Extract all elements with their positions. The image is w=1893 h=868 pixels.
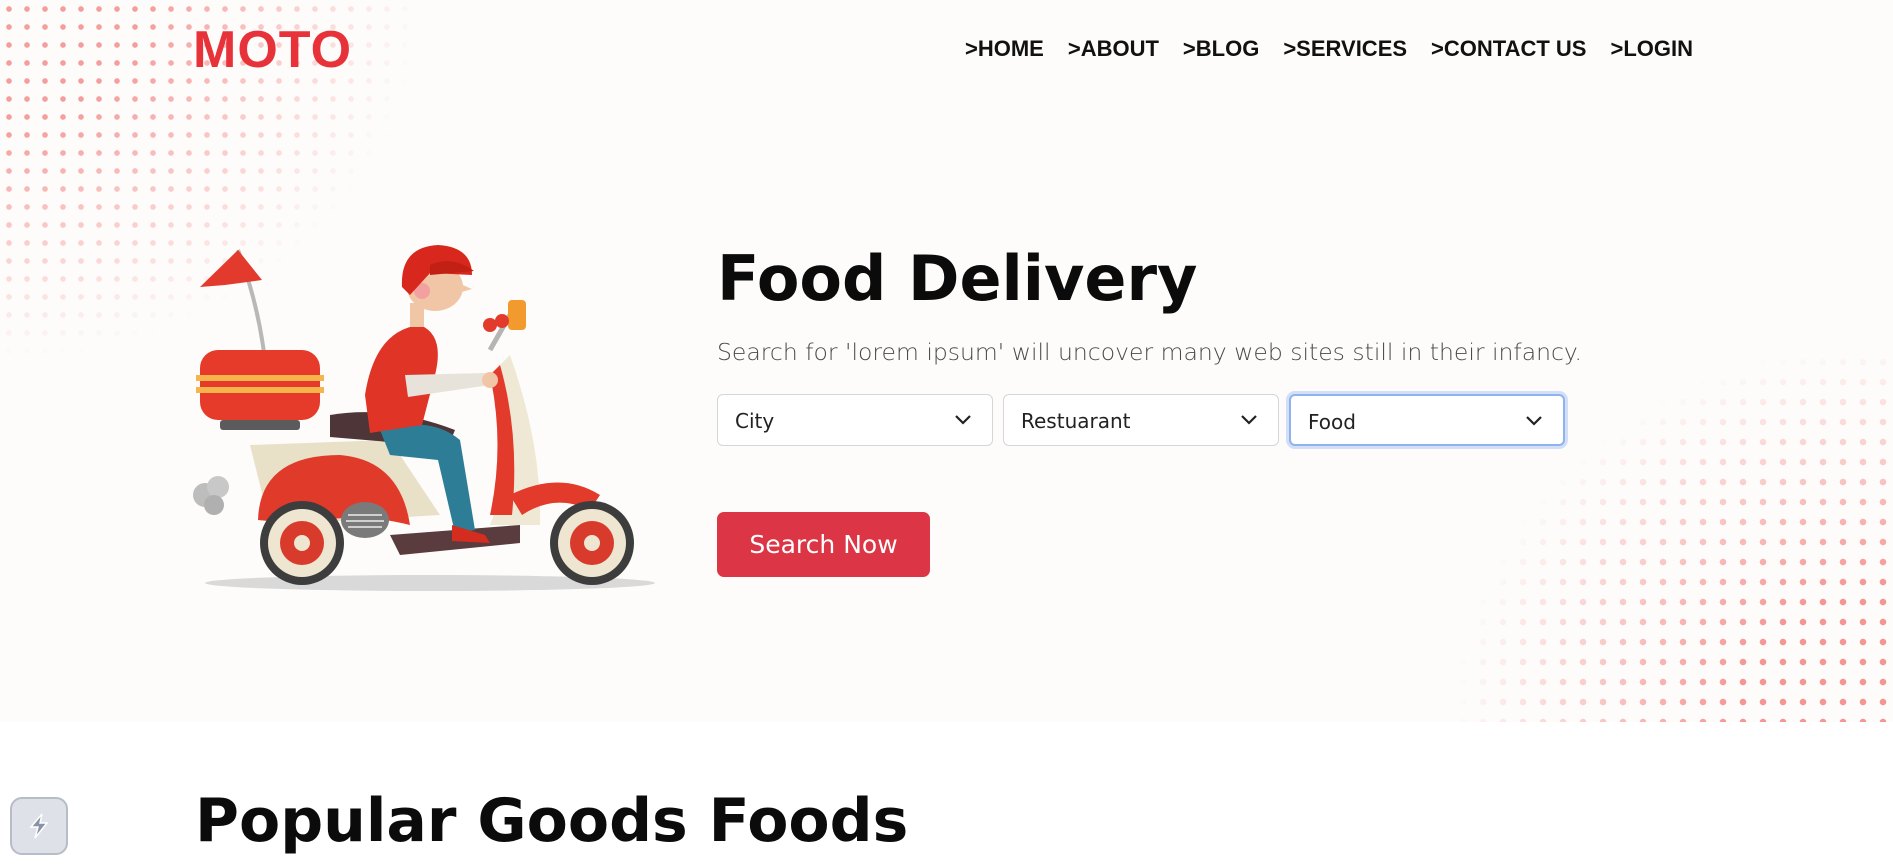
search-now-button[interactable]: Search Now — [717, 512, 930, 577]
chevron-down-icon — [1526, 416, 1542, 426]
section-title: Popular Goods Foods — [195, 786, 909, 856]
logo[interactable]: MOTO — [193, 20, 352, 80]
page: MOTO >HOME >ABOUT >BLOG >SERVICES >CONTA… — [0, 0, 1893, 868]
delivery-scooter-illustration — [193, 245, 655, 591]
nav-login[interactable]: >LOGIN — [1610, 36, 1693, 62]
food-select-value: Food — [1308, 410, 1356, 434]
nav-about[interactable]: >ABOUT — [1068, 36, 1159, 62]
city-select[interactable]: City — [717, 394, 993, 446]
hero-subtitle: Search for 'lorem ipsum' will uncover ma… — [717, 338, 1582, 366]
chevron-down-icon — [1241, 415, 1257, 425]
food-select[interactable]: Food — [1289, 394, 1565, 446]
nav-services[interactable]: >SERVICES — [1283, 36, 1407, 62]
nav-blog[interactable]: >BLOG — [1183, 36, 1259, 62]
bolt-icon — [29, 813, 49, 839]
floating-widget-button[interactable] — [10, 797, 68, 855]
hero-title: Food Delivery — [717, 242, 1198, 315]
restaurant-select-value: Restuarant — [1021, 409, 1131, 433]
search-now-label: Search Now — [749, 530, 898, 559]
nav-contact-us[interactable]: >CONTACT US — [1431, 36, 1586, 62]
hero-section: MOTO >HOME >ABOUT >BLOG >SERVICES >CONTA… — [0, 0, 1893, 722]
main-nav: >HOME >ABOUT >BLOG >SERVICES >CONTACT US… — [965, 36, 1717, 62]
restaurant-select[interactable]: Restuarant — [1003, 394, 1279, 446]
nav-home[interactable]: >HOME — [965, 36, 1044, 62]
chevron-down-icon — [955, 415, 971, 425]
city-select-value: City — [735, 409, 775, 433]
